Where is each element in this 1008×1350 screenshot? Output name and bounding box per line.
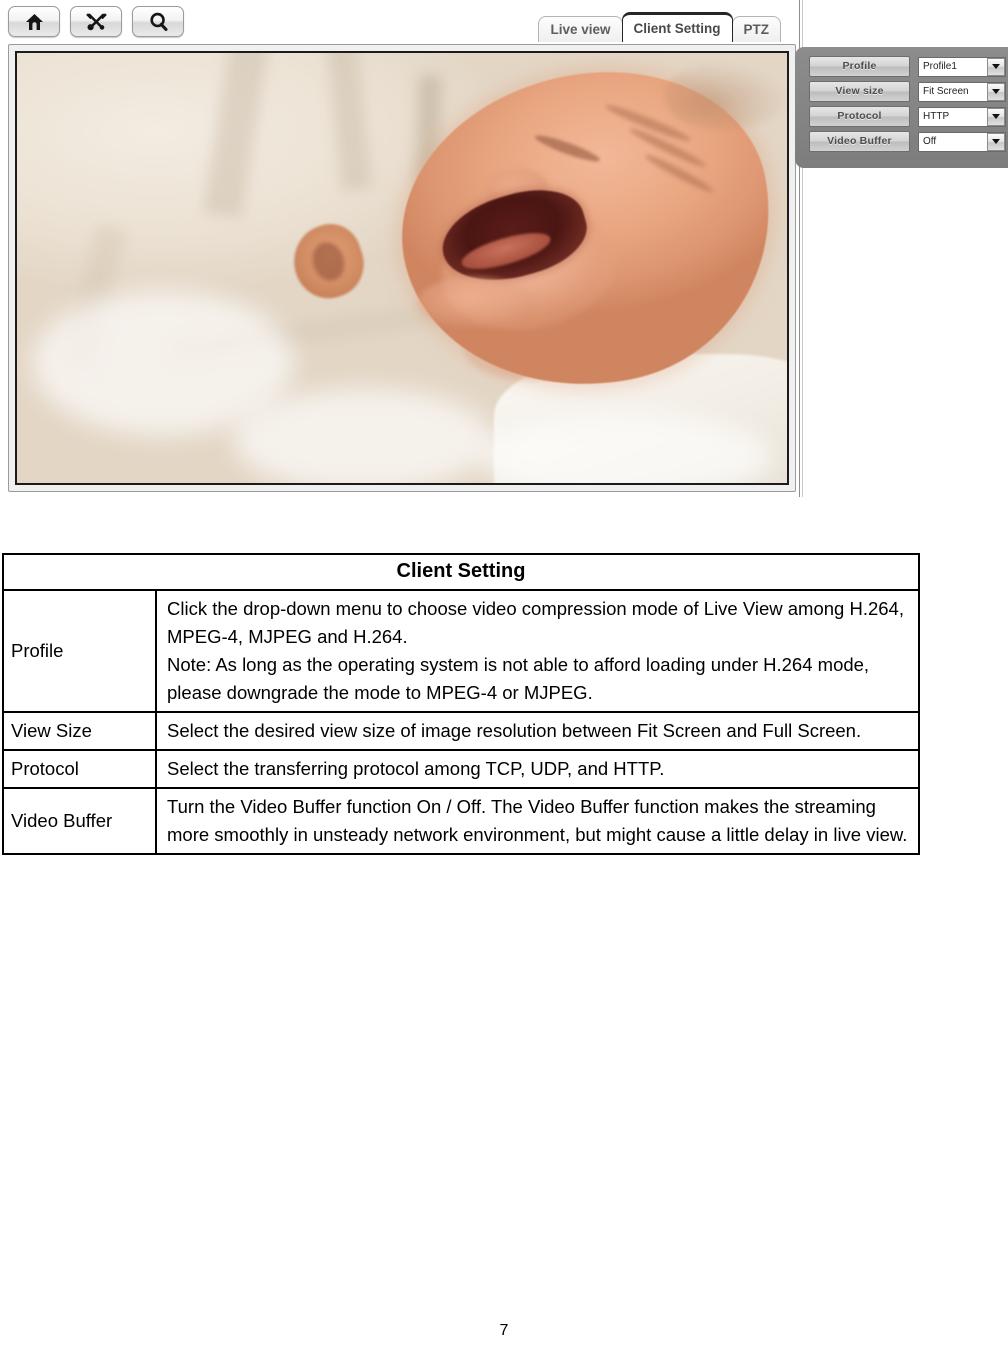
page-number: 7 [499, 1322, 509, 1339]
bedding-highlight [232, 388, 495, 483]
view-size-select[interactable]: Fit Screen [918, 81, 1006, 102]
setting-row-profile: Profile Profile1 [809, 56, 1008, 77]
profile-select[interactable]: Profile1 [918, 56, 1006, 77]
profile-select-value: Profile1 [923, 60, 957, 72]
view-size-select-value: Fit Screen [923, 85, 969, 97]
table-row: Profile Click the drop-down menu to choo… [2, 589, 920, 713]
setting-row-view-size: View size Fit Screen [809, 81, 1008, 102]
tab-ptz[interactable]: PTZ [731, 16, 781, 42]
protocol-select[interactable]: HTTP [918, 106, 1006, 127]
client-setting-reference-table: Client Setting Profile Click the drop-do… [2, 553, 920, 855]
home-button[interactable] [8, 6, 60, 37]
client-settings-panel: Profile Profile1 View size Fit Screen Pr… [795, 47, 1008, 168]
table-header-row: Client Setting [2, 553, 920, 591]
view-tabs: Live view Client Setting PTZ [538, 12, 781, 42]
baby-chin [417, 276, 533, 329]
profile-label: Profile [809, 56, 910, 77]
description-protocol: Select the transferring protocol among T… [155, 749, 920, 789]
table-row: Video Buffer Turn the Video Buffer funct… [2, 787, 920, 855]
setting-row-video-buffer: Video Buffer Off [809, 131, 1008, 152]
term-video-buffer: Video Buffer [2, 787, 157, 855]
table-row: Protocol Select the transferring protoco… [2, 749, 920, 789]
setup-tools-button[interactable] [70, 6, 122, 37]
term-view-size: View Size [2, 711, 157, 751]
table-row: View Size Select the desired view size o… [2, 711, 920, 751]
camera-web-ui: Live view Client Setting PTZ Profile Pro… [0, 0, 1008, 497]
tab-live-view[interactable]: Live view [538, 16, 623, 42]
table-title: Client Setting [2, 553, 920, 591]
video-buffer-select-value: Off [923, 135, 937, 147]
protocol-select-value: HTTP [923, 110, 950, 122]
search-icon [149, 12, 168, 31]
home-icon [25, 13, 44, 31]
chevron-down-icon[interactable] [987, 82, 1005, 101]
video-buffer-label: Video Buffer [809, 131, 910, 152]
video-buffer-select[interactable]: Off [918, 131, 1006, 152]
setting-row-protocol: Protocol HTTP [809, 106, 1008, 127]
video-viewport[interactable] [15, 51, 789, 485]
description-video-buffer: Turn the Video Buffer function On / Off.… [155, 787, 920, 855]
video-frame [8, 44, 796, 492]
term-protocol: Protocol [2, 749, 157, 789]
live-video-stream [17, 53, 787, 483]
tab-client-setting[interactable]: Client Setting [621, 12, 733, 42]
description-profile: Click the drop-down menu to choose video… [155, 589, 920, 713]
chevron-down-icon[interactable] [987, 107, 1005, 126]
view-size-label: View size [809, 81, 910, 102]
term-profile: Profile [2, 589, 157, 713]
toolbar [8, 6, 184, 37]
baby-hair [663, 61, 787, 131]
protocol-label: Protocol [809, 106, 910, 127]
chevron-down-icon[interactable] [987, 57, 1005, 76]
chevron-down-icon[interactable] [987, 132, 1005, 151]
tools-icon [85, 12, 107, 31]
description-view-size: Select the desired view size of image re… [155, 711, 920, 751]
search-button[interactable] [132, 6, 184, 37]
